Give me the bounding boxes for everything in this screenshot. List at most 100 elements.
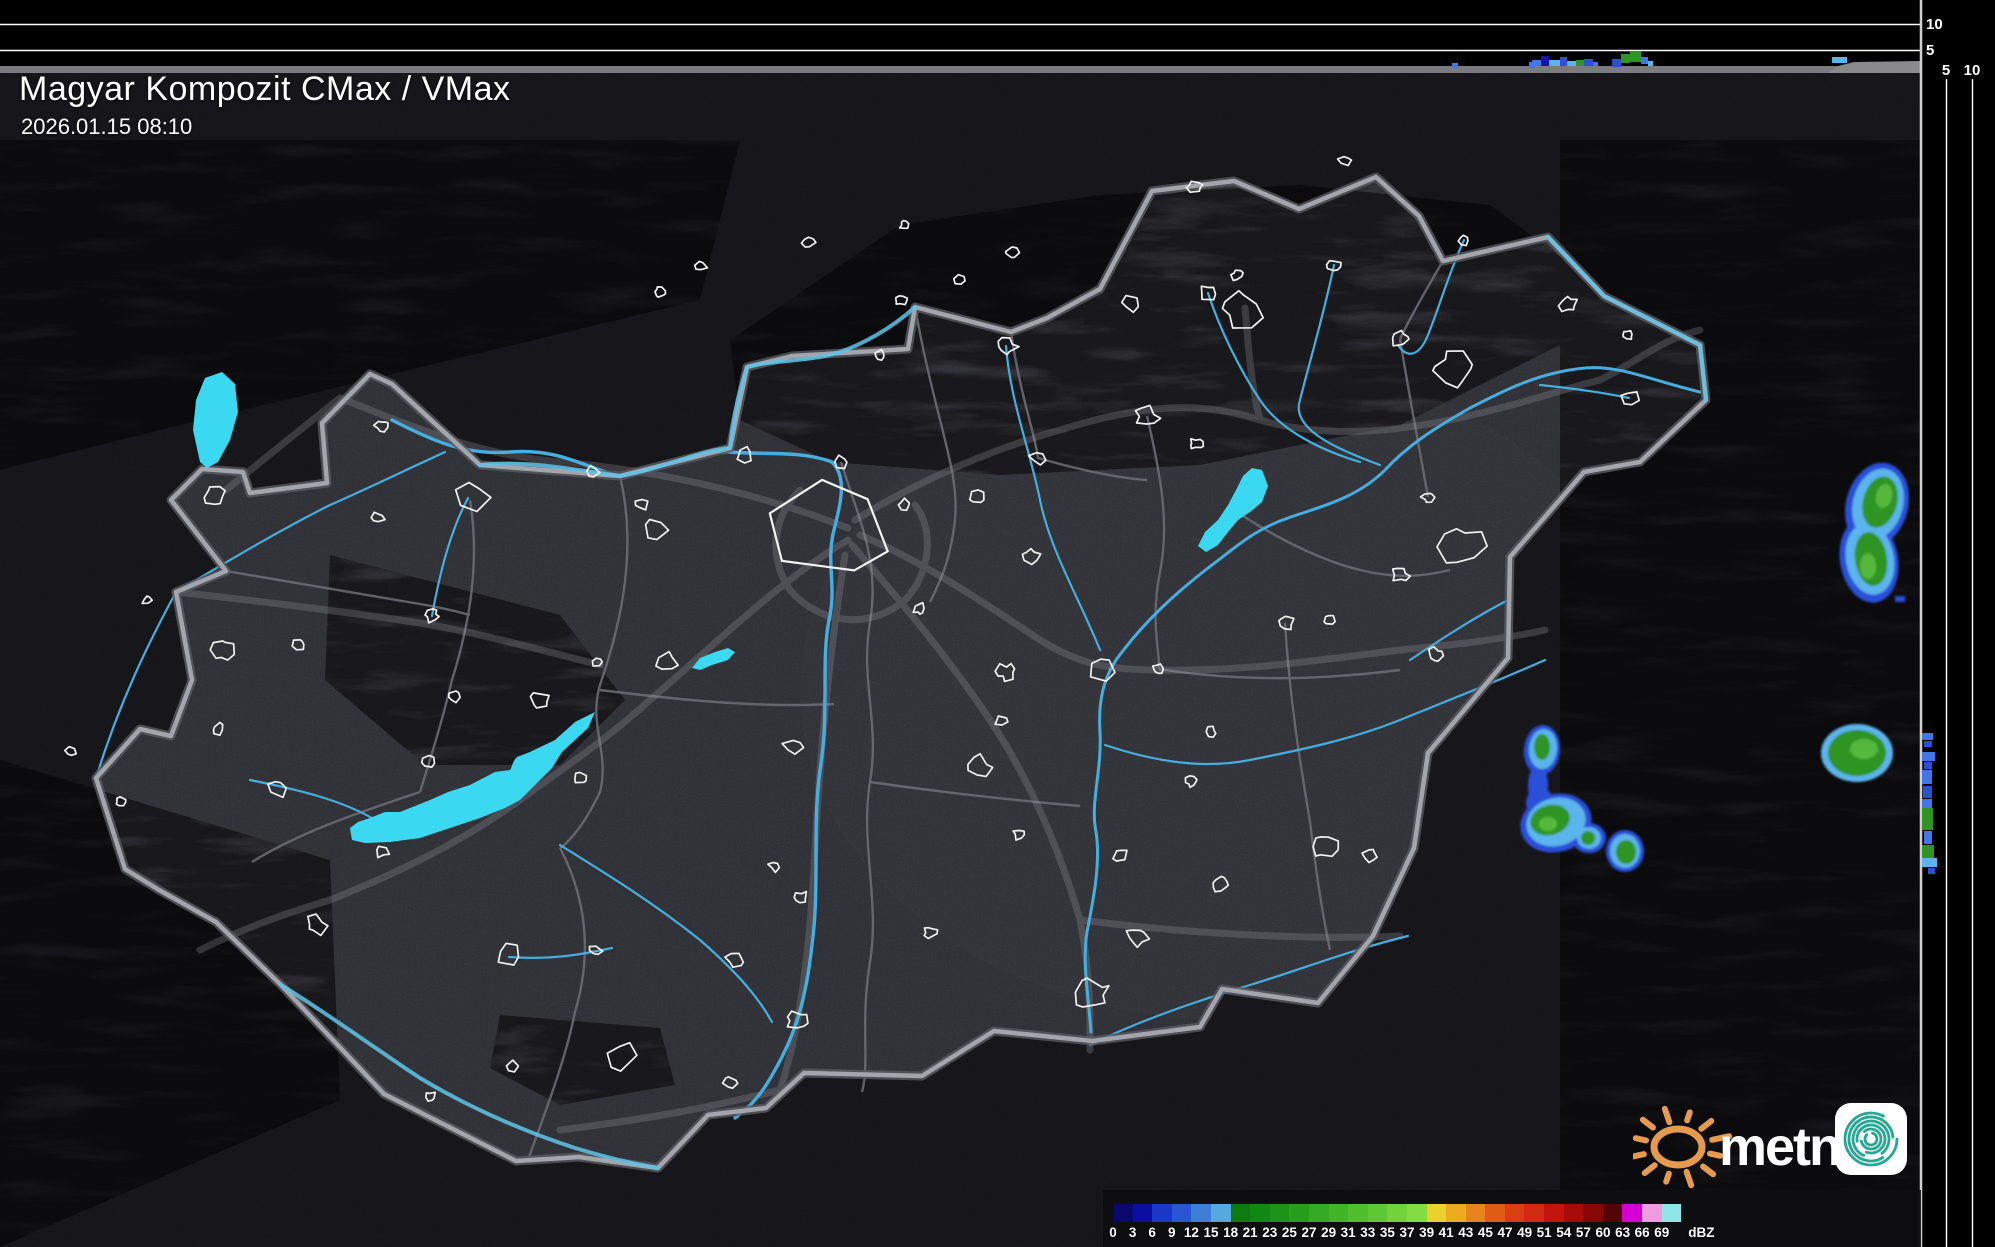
dbz-color-block [1171, 1204, 1192, 1222]
profile-echo-cell [1922, 770, 1932, 784]
metnet-app-icon [1835, 1103, 1907, 1175]
dbz-color-block [1642, 1204, 1662, 1222]
dbz-legend: 0 3 6 9 12 15 18 21 23 25 27 29 31 33 35 37 39 41 43 45 47 49… [1103, 1190, 1921, 1247]
map-area[interactable] [0, 71, 1921, 1247]
dbz-tick-label: 39 [1419, 1225, 1435, 1240]
dbz-tick-label: 43 [1458, 1225, 1474, 1240]
dbz-color-block [1269, 1204, 1290, 1222]
dbz-color-block [1544, 1204, 1564, 1222]
dbz-color-block [1446, 1204, 1466, 1222]
profile-echo-cell [1560, 57, 1567, 66]
dbz-color-block [1622, 1204, 1643, 1222]
profile-echo-cell [1576, 60, 1584, 66]
top-axis-label-5: 5 [1926, 42, 1934, 59]
profile-echo-cell [1584, 59, 1593, 66]
dbz-tick-label: 3 [1128, 1225, 1137, 1240]
dbz-color-block [1524, 1204, 1545, 1222]
dbz-color-block [1348, 1204, 1368, 1222]
profile-echo-cell [1630, 51, 1641, 62]
dbz-color-block [1113, 1204, 1133, 1222]
product-title: Magyar Kompozit CMax / VMax [19, 70, 511, 108]
dbz-tick-label: 63 [1615, 1225, 1631, 1240]
profile-echo-cell [1532, 60, 1541, 66]
dbz-color-block [1661, 1204, 1682, 1222]
dbz-color-block [1563, 1204, 1584, 1222]
radar-map-canvas[interactable]: 10 5 5 10 [0, 0, 1995, 1247]
dbz-tick-label: 27 [1301, 1225, 1317, 1240]
dbz-color-block [1426, 1204, 1447, 1222]
dbz-color-block [1367, 1204, 1388, 1222]
profile-echo-cell [1928, 868, 1935, 874]
profile-echo-cell [1549, 60, 1560, 66]
dbz-color-block [1504, 1204, 1525, 1222]
dbz-color-block [1210, 1204, 1231, 1222]
top-vertical-profile [0, 0, 1921, 73]
profile-echo-cell [1923, 786, 1932, 798]
right-axis-label-5: 5 [1942, 62, 1950, 79]
dbz-tick-label: 18 [1223, 1225, 1239, 1240]
right-vertical-profile: 10 5 5 10 [1919, 0, 1995, 1247]
profile-echo-cell [1922, 733, 1933, 740]
dbz-color-block [1406, 1204, 1427, 1222]
dbz-color-block [1583, 1204, 1603, 1222]
radar-viewer: 10 5 5 10 Magyar Kompozit CMax / VMax 20… [0, 0, 1995, 1247]
dbz-tick-label: 57 [1575, 1225, 1591, 1240]
profile-echo-cell [1541, 56, 1549, 66]
dbz-tick-label: 12 [1183, 1225, 1199, 1240]
dbz-tick-label: 23 [1262, 1225, 1278, 1240]
dbz-color-bar [1113, 1204, 1682, 1222]
profile-echo-cell [1922, 799, 1932, 808]
dbz-unit-label: dBZ [1688, 1225, 1715, 1240]
profile-echo-cell [1452, 63, 1458, 68]
dbz-color-block [1152, 1204, 1172, 1222]
dbz-tick-label: 25 [1281, 1225, 1297, 1240]
echo-small-cell [1606, 830, 1644, 872]
dbz-color-block [1602, 1204, 1623, 1222]
profile-echo-cell [1641, 57, 1648, 64]
dbz-color-block [1485, 1204, 1505, 1222]
profile-echo-cell [1922, 858, 1937, 867]
dbz-tick-label: 49 [1517, 1225, 1533, 1240]
sun-icon [1633, 1105, 1733, 1189]
dbz-color-block [1387, 1204, 1407, 1222]
right-axis-label-10: 10 [1964, 62, 1981, 79]
dbz-color-block [1132, 1204, 1153, 1222]
dbz-tick-label: 41 [1438, 1225, 1454, 1240]
metnet-logo: metnet [1633, 1103, 1907, 1189]
dbz-tick-label: 66 [1634, 1225, 1650, 1240]
profile-echo-cell [1621, 54, 1630, 63]
profile-echo-cell [1593, 62, 1598, 66]
profile-echo-cell [1648, 61, 1653, 66]
profile-echo-cell [1922, 845, 1934, 858]
dbz-tick-label: 6 [1148, 1225, 1156, 1240]
dbz-tick-label: 35 [1379, 1225, 1395, 1240]
dbz-tick-label: 51 [1536, 1225, 1552, 1240]
dbz-color-block [1191, 1204, 1211, 1222]
dbz-tick-label: 31 [1340, 1225, 1356, 1240]
profile-echo-cell [1612, 59, 1621, 67]
profile-echo-cell [1567, 61, 1576, 66]
dbz-tick-label: 0 [1109, 1225, 1117, 1240]
dbz-tick-label: 29 [1321, 1225, 1337, 1240]
dbz-tick-label: 69 [1654, 1225, 1670, 1240]
dbz-color-block [1328, 1204, 1349, 1222]
dbz-color-block [1465, 1204, 1486, 1222]
dbz-tick-label: 54 [1556, 1225, 1572, 1240]
dbz-color-block [1230, 1204, 1251, 1222]
profile-echo-cell [1832, 57, 1847, 63]
echo-east-round-cell [1821, 724, 1893, 782]
dbz-color-block [1289, 1204, 1309, 1222]
dbz-tick-label: 21 [1242, 1225, 1258, 1240]
echo-speck [1895, 596, 1905, 602]
dbz-tick-label: 15 [1203, 1225, 1219, 1240]
profile-echo-cell [1922, 752, 1935, 761]
dbz-tick-label: 47 [1497, 1225, 1513, 1240]
profile-echo-cell [1924, 741, 1932, 747]
dbz-tick-label: 45 [1477, 1225, 1493, 1240]
dbz-tick-label: 60 [1595, 1225, 1611, 1240]
profile-echo-cell [1924, 762, 1932, 769]
profile-echo-cell [1922, 808, 1933, 830]
product-timestamp: 2026.01.15 08:10 [21, 114, 193, 139]
dbz-tick-label: 33 [1360, 1225, 1376, 1240]
dbz-tick-label: 9 [1168, 1225, 1176, 1240]
